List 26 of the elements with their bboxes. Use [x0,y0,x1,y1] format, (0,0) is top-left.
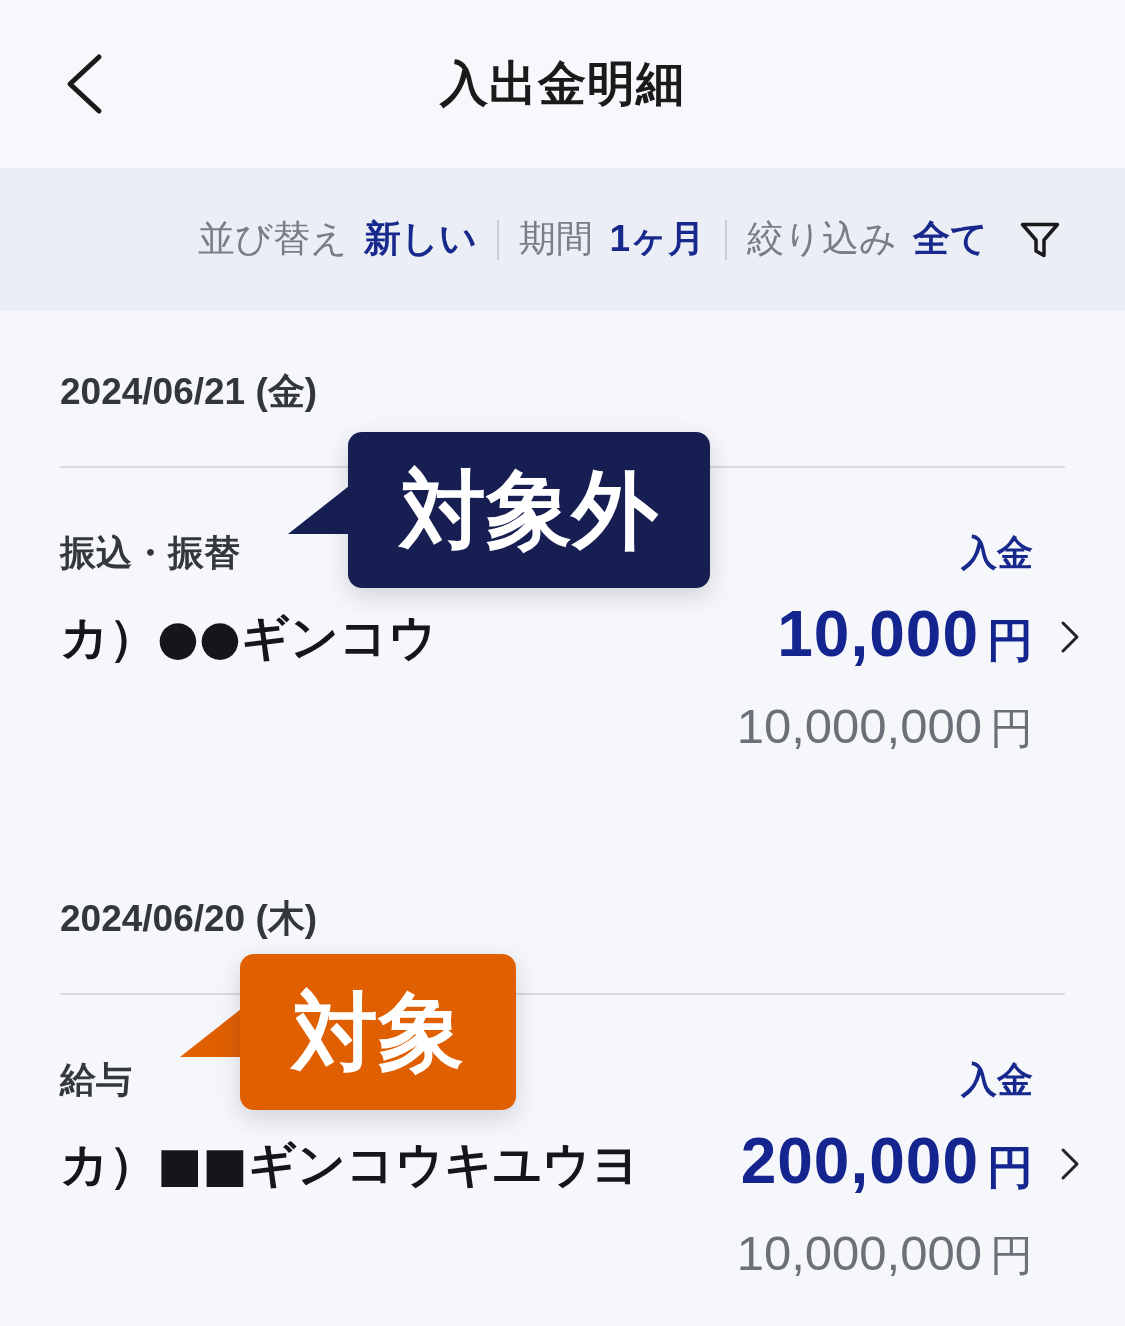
date-heading: 2024/06/21 (金) [60,370,319,414]
transaction-amount: 10,000 円 [777,598,1033,672]
transaction-amount: 200,000 円 [740,1125,1033,1199]
payer-name: カ）●●ギンコウ [60,608,438,667]
page-title: 入出金明細 [440,56,685,113]
transaction-category: 給与 [60,1058,133,1102]
detail-button[interactable] [1060,620,1080,654]
filter-option-button[interactable]: 期間 1ヶ月 [519,217,705,262]
transaction-category: 振込・振替 [60,531,241,575]
filter-button[interactable] [1020,221,1060,258]
balance-amount: 10,000,000 円 [736,698,1033,755]
balance-amount: 10,000,000 円 [736,1225,1033,1282]
callout-label: 対象 [240,954,516,1110]
filter-option-button[interactable]: 並び替え 新しい [198,217,478,262]
callout-pointer-icon [288,486,349,534]
detail-button[interactable] [1060,1147,1080,1181]
chevron-right-icon [1060,1147,1080,1181]
filter-option-button[interactable]: 絞り込み 全て [747,217,988,262]
payer-name: カ）■■ギンコウキユウヨ [60,1135,641,1194]
filter-icon [1020,221,1060,258]
callout-label: 対象外 [348,432,710,588]
chevron-right-icon [1060,620,1080,654]
callout-pointer-icon [180,1009,241,1057]
transaction-type: 入金 [961,1058,1033,1102]
date-heading: 2024/06/20 (木) [60,897,319,941]
transaction-type: 入金 [961,531,1033,575]
